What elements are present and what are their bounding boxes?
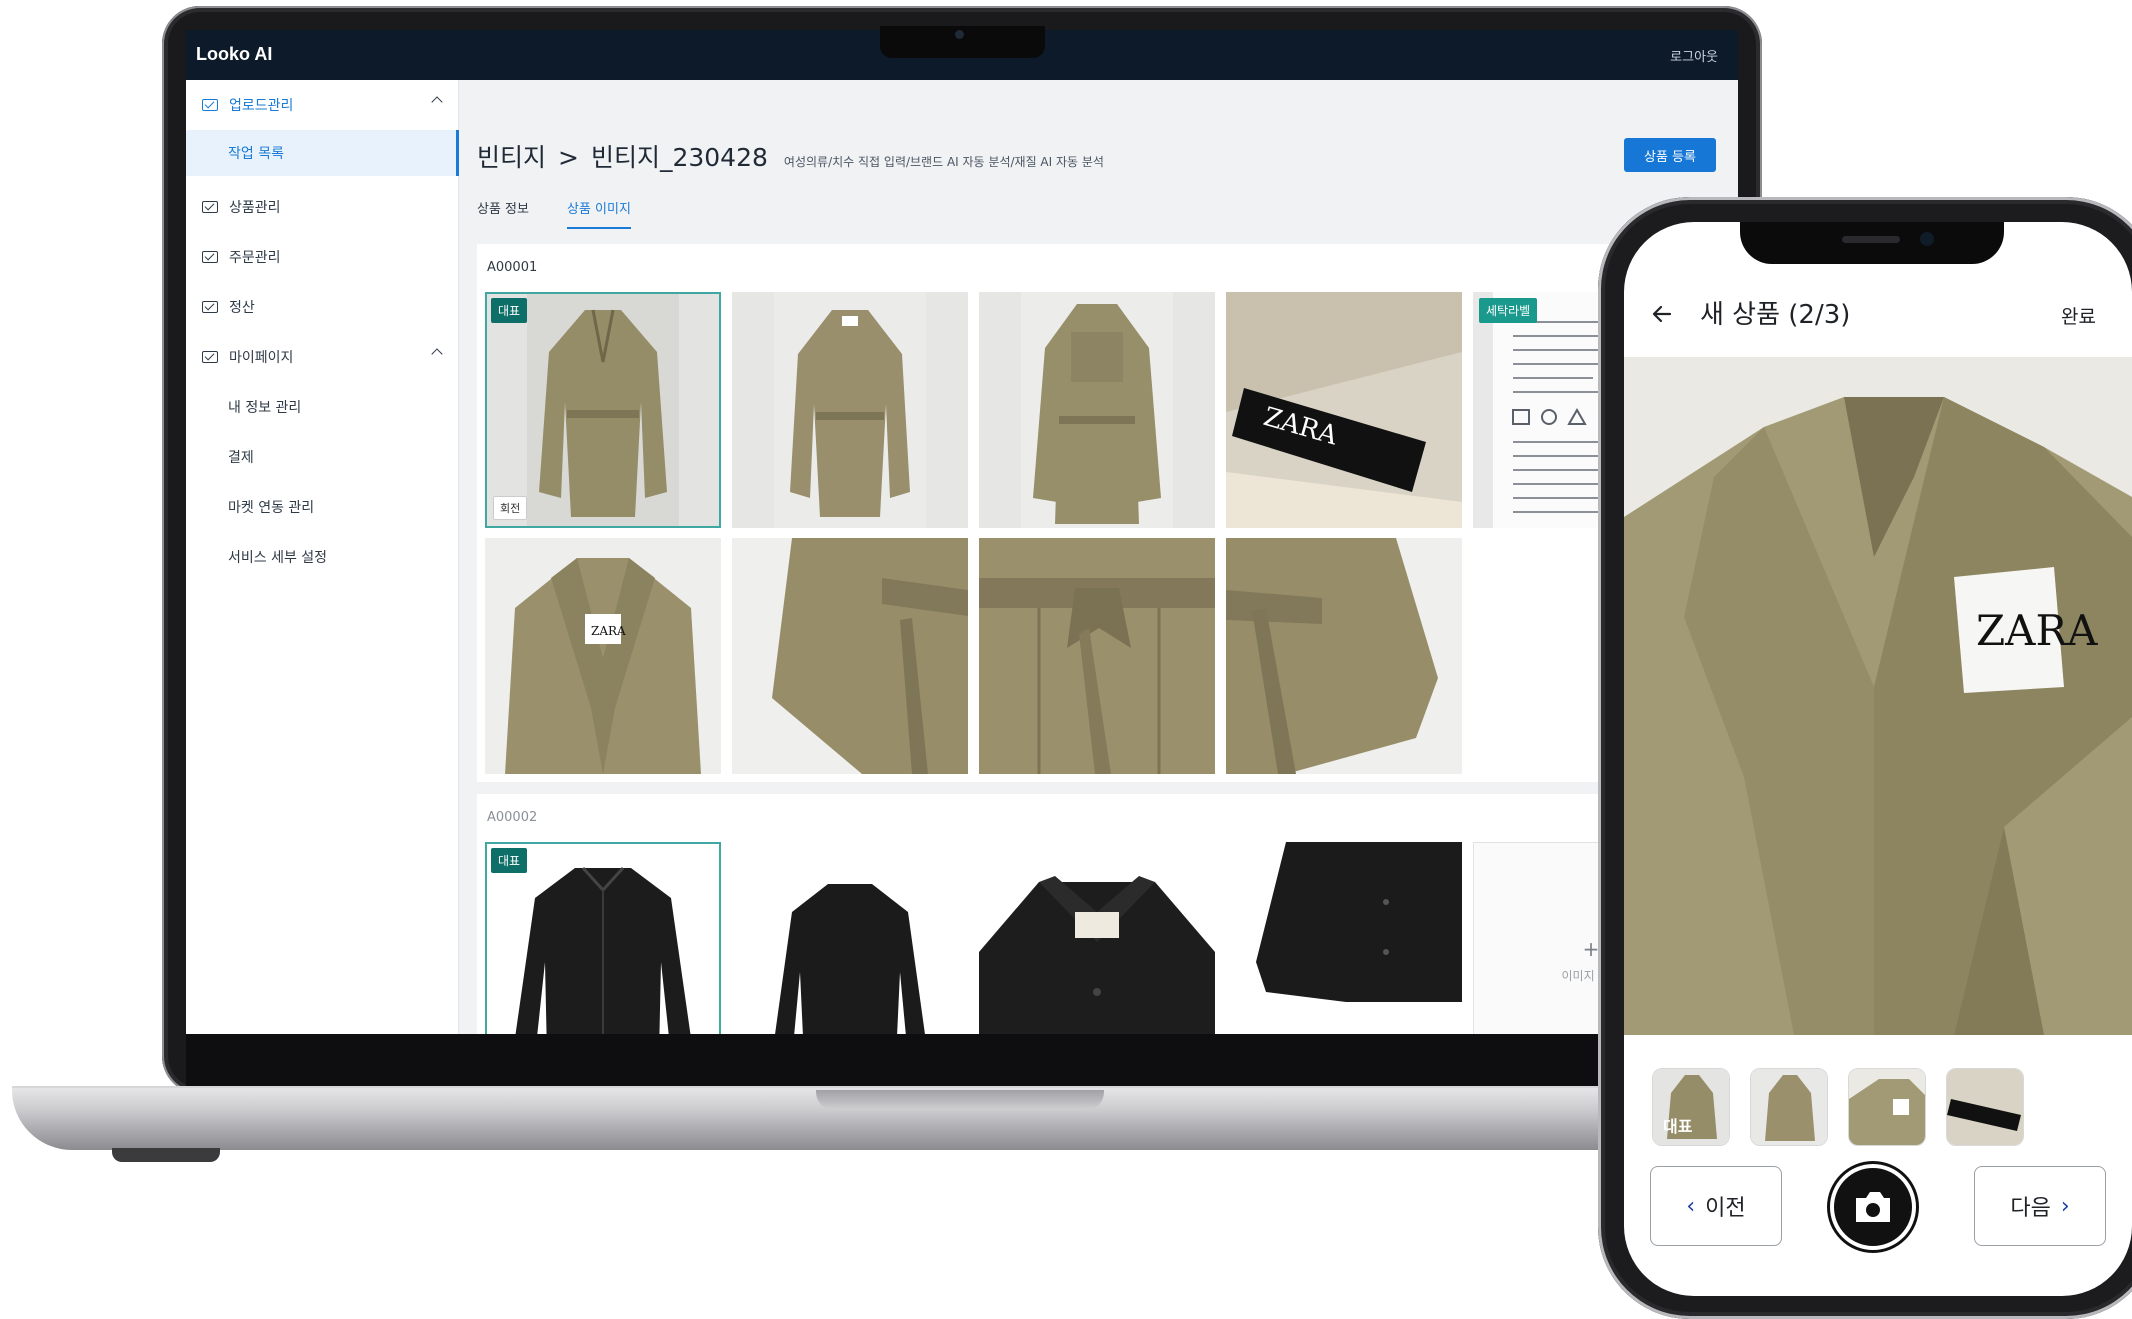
product-image-2[interactable]	[732, 842, 968, 1034]
mail-icon	[202, 301, 218, 313]
sleeve-detail-image	[732, 538, 968, 774]
mail-icon	[202, 251, 218, 263]
sleeve-belt-image	[1226, 538, 1462, 774]
shirt-collar-image	[979, 842, 1215, 1034]
shirt-sleeve-image	[1226, 842, 1462, 1034]
sidebar-item-service-settings[interactable]: 서비스 세부 설정	[186, 534, 459, 580]
sidebar-label: 상품관리	[229, 200, 281, 216]
sidebar: 업로드관리 작업 목록 상품관리 주문관리 정산 마이페이지 내 정보 관리 결…	[186, 80, 459, 1034]
coat-collar-photo: ZARA	[1624, 357, 2132, 1035]
sidebar-label: 정산	[229, 300, 255, 316]
back-arrow-icon[interactable]	[1650, 302, 1674, 326]
collar-thumb	[1849, 1069, 1925, 1145]
mail-icon	[202, 201, 218, 213]
rotate-button[interactable]: 회전	[493, 496, 528, 520]
phone-thumb-2[interactable]	[1750, 1068, 1828, 1146]
sidebar-item-order[interactable]: 주문관리	[186, 232, 459, 282]
coat-back-image	[979, 292, 1215, 528]
chevron-up-icon	[431, 348, 443, 360]
label-closeup-image: ZARA	[1226, 292, 1462, 528]
plus-icon: +	[1582, 936, 1600, 961]
tab-product-images[interactable]: 상품 이미지	[567, 198, 631, 229]
laptop-foot	[112, 1148, 220, 1162]
group-id: A00001	[487, 260, 538, 275]
breadcrumb-subtitle: 여성의류/치수 직접 입력/브랜드 AI 자동 분석/재질 AI 자동 분석	[783, 155, 1104, 169]
sidebar-item-job-list[interactable]: 작업 목록	[186, 130, 459, 176]
register-product-button[interactable]: 상품 등록	[1624, 138, 1716, 172]
label-thumb	[1947, 1069, 2023, 1145]
product-image-1[interactable]: 대표 회전	[485, 292, 721, 528]
laptop-bezel	[186, 1034, 1738, 1086]
coat-front-image	[485, 292, 721, 528]
phone-screen: 새 상품 (2/3) 완료 ZARA 대표 ‹ 이전 다음 ›	[1624, 222, 2132, 1296]
rep-badge: 대표	[491, 848, 528, 873]
product-image-6[interactable]: ZARA	[485, 538, 721, 774]
product-image-9[interactable]	[1226, 538, 1462, 774]
sidebar-item-settlement[interactable]: 정산	[186, 282, 459, 332]
logout-link[interactable]: 로그아웃	[1670, 46, 1718, 65]
breadcrumb-separator: >	[558, 143, 579, 172]
product-image-4[interactable]	[1226, 842, 1462, 1034]
thumb-rep-label: 대표	[1663, 1117, 1693, 1136]
product-image-4[interactable]: ZARA	[1226, 292, 1462, 528]
chevron-right-icon: ›	[2060, 1193, 2070, 1219]
laptop-screen: Looko AI 로그아웃 업로드관리 작업 목록 상품관리 주문관리 정산 마…	[186, 30, 1738, 1034]
tab-product-info[interactable]: 상품 정보	[477, 198, 529, 227]
sidebar-item-payment[interactable]: 결제	[186, 434, 459, 480]
phone-title: 새 상품 (2/3)	[1700, 300, 1851, 330]
phone-thumb-3[interactable]	[1848, 1068, 1926, 1146]
sidebar-label: 업로드관리	[229, 98, 294, 114]
breadcrumb-root[interactable]: 빈티지	[477, 138, 546, 174]
product-image-7[interactable]	[732, 538, 968, 774]
done-button[interactable]: 완료	[2061, 302, 2096, 329]
app-title: Looko AI	[196, 44, 273, 64]
sidebar-group-upload[interactable]: 업로드관리	[186, 80, 459, 130]
chevron-left-icon: ‹	[1686, 1193, 1696, 1219]
phone-thumb-4[interactable]	[1946, 1068, 2024, 1146]
group-id: A00002	[487, 810, 538, 825]
phone-notch	[1740, 222, 2004, 264]
mail-icon	[202, 99, 218, 111]
coat-front-image	[732, 292, 968, 528]
sidebar-label: 주문관리	[229, 250, 281, 266]
coat-thumb	[1751, 1069, 1827, 1145]
prev-button[interactable]: ‹ 이전	[1650, 1166, 1782, 1246]
next-label: 다음	[2010, 1196, 2051, 1221]
phone-speaker	[1842, 236, 1900, 243]
product-image-2[interactable]	[732, 292, 968, 528]
camera-icon	[1856, 1192, 1890, 1222]
product-image-8[interactable]	[979, 538, 1215, 774]
phone-thumb-1[interactable]: 대표	[1652, 1068, 1730, 1146]
product-image-3[interactable]	[979, 292, 1215, 528]
product-image-1[interactable]: 대표	[485, 842, 721, 1034]
sidebar-label: 마이페이지	[229, 350, 294, 366]
chevron-up-icon	[431, 96, 443, 108]
prev-label: 이전	[1705, 1196, 1746, 1221]
captured-photo: ZARA	[1624, 357, 2132, 1035]
main-content: 빈티지 > 빈티지_230428 여성의류/치수 직접 입력/브랜드 AI 자동…	[459, 80, 1738, 1034]
product-image-3[interactable]	[979, 842, 1215, 1034]
sidebar-item-market-link[interactable]: 마켓 연동 관리	[186, 484, 459, 530]
collar-detail-image: ZARA	[485, 538, 721, 774]
image-group-a00002: A00002 대표 + 이미지 추가	[477, 794, 1709, 1034]
sidebar-item-product[interactable]: 상품관리	[186, 182, 459, 232]
sidebar-item-my-info[interactable]: 내 정보 관리	[186, 384, 459, 430]
next-button[interactable]: 다음 ›	[1974, 1166, 2106, 1246]
shirt-back-image	[732, 842, 968, 1034]
mail-icon	[202, 351, 218, 363]
belt-detail-image	[979, 538, 1215, 774]
laptop-thumb-notch	[816, 1090, 1104, 1110]
camera-button[interactable]	[1830, 1164, 1916, 1250]
image-group-a00001: A00001 대표 회전 ZARA 세탁라벨 ZARA	[477, 244, 1709, 782]
care-label-badge: 세탁라벨	[1479, 298, 1538, 323]
zara-tag-text: ZARA	[1976, 606, 2098, 655]
rep-badge: 대표	[491, 298, 528, 323]
sidebar-group-mypage[interactable]: 마이페이지	[186, 332, 459, 382]
laptop-camera	[955, 30, 964, 39]
breadcrumb-current: 빈티지_230428	[590, 143, 768, 172]
zara-tag-text: ZARA	[591, 624, 626, 638]
breadcrumb: 빈티지 > 빈티지_230428 여성의류/치수 직접 입력/브랜드 AI 자동…	[477, 138, 1104, 174]
phone-camera	[1920, 232, 1934, 246]
